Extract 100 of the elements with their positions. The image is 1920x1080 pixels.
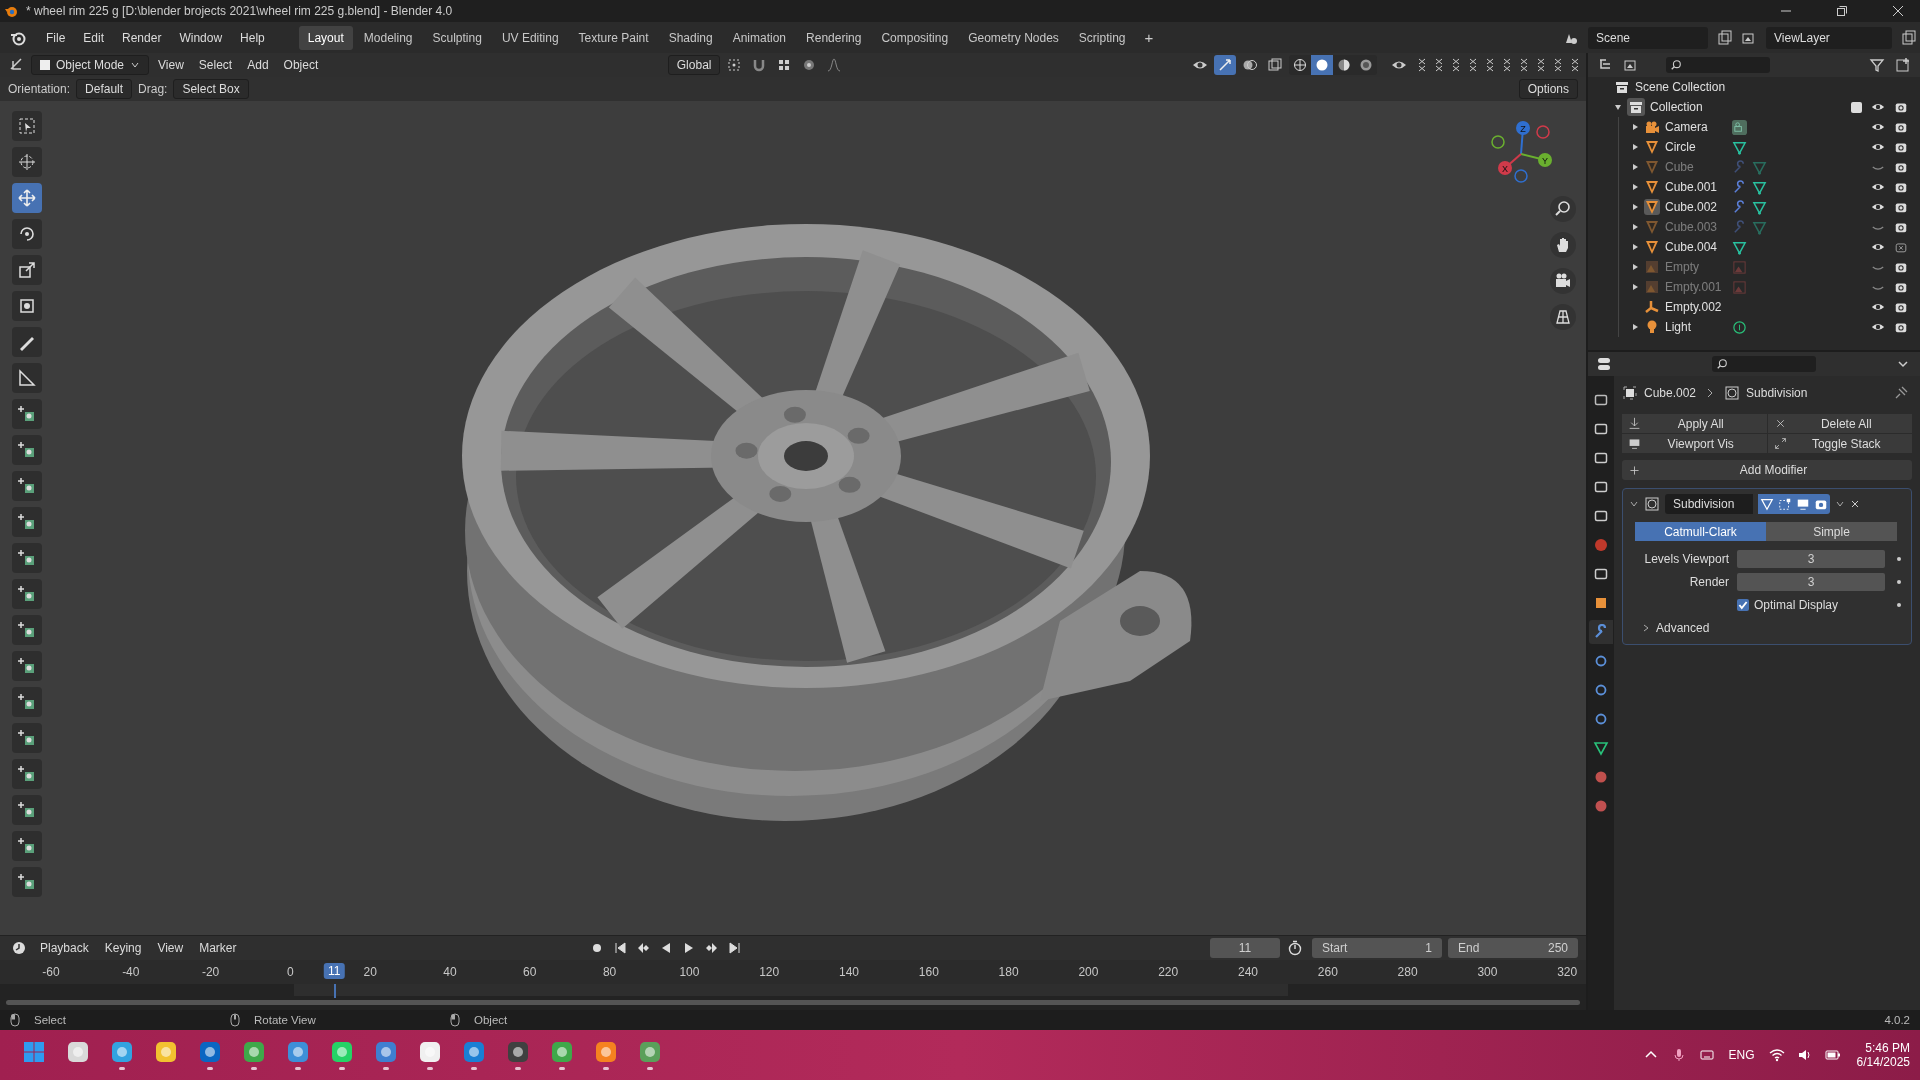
workspace-tab[interactable]: Sculpting: [423, 25, 491, 50]
triangle-mesh-icon[interactable]: [1752, 199, 1767, 215]
tool-button[interactable]: [12, 291, 42, 321]
tool-button[interactable]: [12, 255, 42, 285]
menu-dropdown[interactable]: Keying: [98, 938, 148, 958]
menu-item[interactable]: Object: [277, 55, 325, 75]
tool-button[interactable]: [12, 363, 42, 393]
outliner-item[interactable]: Collection: [1650, 100, 1703, 114]
cross-icon[interactable]: [1485, 57, 1495, 73]
app-icon[interactable]: [330, 1040, 354, 1064]
expand-arrow-icon[interactable]: [1631, 223, 1639, 231]
outliner-item[interactable]: Cube.002: [1665, 200, 1727, 214]
playhead-line[interactable]: [334, 984, 337, 998]
tool-button[interactable]: [12, 579, 42, 609]
outliner-item[interactable]: Circle: [1665, 140, 1727, 154]
workspace-tab[interactable]: Modeling: [354, 25, 422, 50]
cross-icon[interactable]: [1451, 57, 1461, 73]
type-toggle[interactable]: Catmull-Clark: [1635, 522, 1766, 541]
action-button[interactable]: Apply All: [1622, 414, 1767, 433]
expand-arrow-icon[interactable]: [1614, 103, 1622, 111]
camera-data-icon[interactable]: [1732, 119, 1747, 135]
type-toggle[interactable]: Simple: [1766, 522, 1897, 541]
outliner-item[interactable]: Light: [1665, 320, 1727, 334]
menu-dropdown[interactable]: Playback: [34, 938, 95, 958]
expand-arrow-icon[interactable]: [1631, 183, 1639, 191]
app-icon[interactable]: [418, 1040, 442, 1064]
action-button[interactable]: Delete All: [1767, 414, 1912, 433]
keyboard-icon[interactable]: [1698, 1047, 1715, 1063]
outliner-item[interactable]: Scene Collection: [1635, 80, 1726, 94]
hand-icon[interactable]: [1550, 232, 1576, 258]
expand-arrow-icon[interactable]: [1631, 323, 1639, 331]
cross-icon[interactable]: [1519, 57, 1529, 73]
cross-icon[interactable]: [1502, 57, 1512, 73]
mode-dropdown[interactable]: Object Mode: [31, 55, 150, 75]
expand-arrow-icon[interactable]: [1631, 283, 1639, 291]
menu-item[interactable]: Add: [241, 55, 275, 75]
tool-button[interactable]: [12, 687, 42, 717]
menu-item[interactable]: Render: [114, 27, 170, 48]
app-icon[interactable]: [66, 1040, 90, 1064]
app-icon[interactable]: [462, 1040, 486, 1064]
cross-icon[interactable]: [1468, 57, 1478, 73]
tool-button[interactable]: [12, 471, 42, 501]
wrench-icon[interactable]: [1732, 199, 1747, 215]
keyframe-dot-icon[interactable]: [1897, 556, 1901, 561]
subpanel-header[interactable]: Advanced: [1656, 621, 1710, 635]
orientation-dropdown[interactable]: Default: [76, 79, 133, 99]
action-button[interactable]: Toggle Stack: [1767, 434, 1912, 453]
expand-arrow-icon[interactable]: [1631, 263, 1639, 271]
start-frame-value[interactable]: 1: [1425, 941, 1432, 955]
tool-button[interactable]: [12, 399, 42, 429]
expand-arrow-icon[interactable]: [1631, 143, 1639, 151]
expand-arrow-icon[interactable]: [1631, 243, 1639, 251]
grid-icon[interactable]: [1550, 304, 1576, 330]
tool-button[interactable]: [12, 831, 42, 861]
expand-arrow-icon[interactable]: [1631, 163, 1639, 171]
close-icon[interactable]: [1850, 499, 1860, 509]
keyframe-dot-icon[interactable]: [1897, 602, 1901, 607]
bulb-icon[interactable]: [1732, 319, 1747, 335]
expand-arrow-icon[interactable]: [1631, 123, 1639, 131]
outliner-item[interactable]: Empty: [1665, 260, 1727, 274]
workspace-tab[interactable]: Compositing: [872, 25, 958, 50]
start-button[interactable]: [22, 1040, 46, 1064]
tool-button[interactable]: [12, 723, 42, 753]
tool-button[interactable]: [12, 147, 42, 177]
app-icon[interactable]: [198, 1040, 222, 1064]
cross-icon[interactable]: [1536, 57, 1546, 73]
outliner-item[interactable]: Cube.003: [1665, 220, 1727, 234]
outliner-item[interactable]: Cube.001: [1665, 180, 1727, 194]
camera-icon[interactable]: [1550, 268, 1576, 294]
tool-button[interactable]: [12, 759, 42, 789]
app-icon[interactable]: [242, 1040, 266, 1064]
checkbox-label[interactable]: Optimal Display: [1754, 597, 1839, 612]
tool-button[interactable]: [12, 183, 42, 213]
current-frame-field[interactable]: 11: [1210, 938, 1280, 958]
app-icon[interactable]: [594, 1040, 618, 1064]
tool-button[interactable]: [12, 543, 42, 573]
battery-icon[interactable]: [1824, 1047, 1841, 1063]
app-icon[interactable]: [286, 1040, 310, 1064]
cross-icon[interactable]: [1553, 57, 1563, 73]
workspace-tab[interactable]: Animation: [723, 25, 796, 50]
add-workspace-button[interactable]: +: [1136, 27, 1162, 48]
workspace-tab[interactable]: Rendering: [797, 25, 871, 50]
outliner-item[interactable]: Cube: [1665, 160, 1727, 174]
tool-button[interactable]: [12, 219, 42, 249]
view-layer-field[interactable]: ViewLayer: [1766, 26, 1892, 49]
drag-dropdown[interactable]: Select Box: [173, 79, 249, 99]
app-icon[interactable]: [506, 1040, 530, 1064]
end-frame-value[interactable]: 250: [1548, 941, 1568, 955]
outliner-item[interactable]: Cube.004: [1665, 240, 1727, 254]
camera-off-icon[interactable]: [1894, 240, 1908, 254]
search-field[interactable]: [1712, 356, 1816, 372]
tool-button[interactable]: [12, 651, 42, 681]
workspace-tab[interactable]: Shading: [659, 25, 722, 50]
number-field[interactable]: 3: [1737, 549, 1885, 568]
search-field[interactable]: [1666, 57, 1770, 73]
tool-button[interactable]: [12, 867, 42, 897]
playhead-frame-badge[interactable]: 11: [324, 963, 345, 979]
app-icon[interactable]: [550, 1040, 574, 1064]
checkbox[interactable]: [1737, 598, 1749, 611]
app-icon[interactable]: [374, 1040, 398, 1064]
